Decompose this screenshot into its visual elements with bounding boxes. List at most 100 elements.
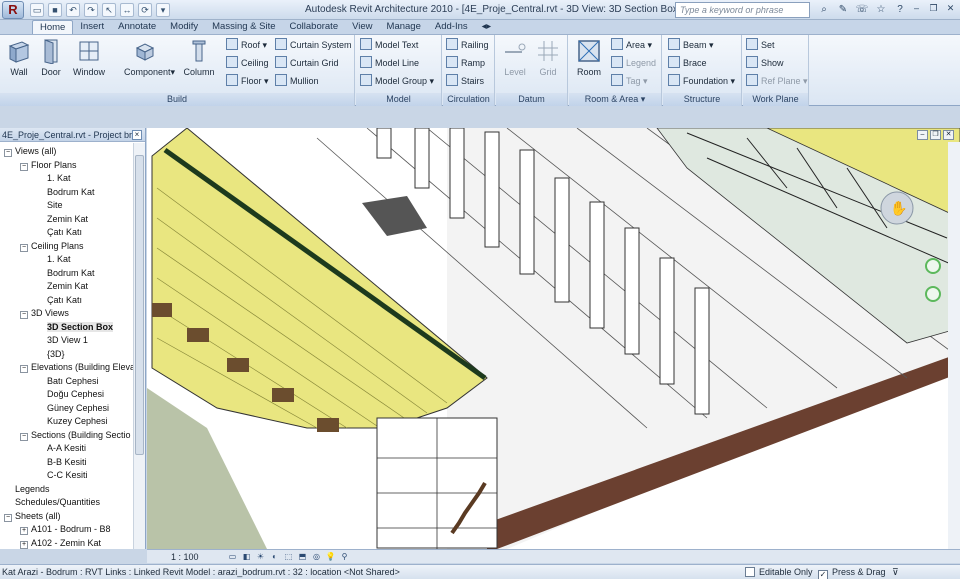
collapse-icon[interactable]: − bbox=[20, 311, 28, 319]
window-button[interactable]: Window bbox=[70, 38, 108, 77]
foundation-button[interactable]: Foundation ▾ bbox=[668, 73, 735, 89]
tab-insert[interactable]: Insert bbox=[73, 20, 111, 34]
binoculars-icon[interactable]: ⌕ bbox=[816, 2, 832, 18]
browser-tree-item[interactable]: 1. Kat bbox=[36, 253, 71, 267]
browser-tree-item[interactable]: B-B Kesiti bbox=[36, 456, 87, 470]
view-minimize-icon[interactable]: – bbox=[917, 130, 928, 140]
tab-modify[interactable]: Modify bbox=[163, 20, 205, 34]
ceiling-button[interactable]: Ceiling bbox=[226, 55, 269, 71]
tab-home[interactable]: Home bbox=[32, 20, 74, 34]
browser-tree-item[interactable]: Çatı Katı bbox=[36, 294, 82, 308]
area-button[interactable]: Area ▾ bbox=[611, 37, 652, 53]
browser-tree-item[interactable]: Legends bbox=[4, 483, 50, 497]
browser-tree-item[interactable]: A-A Kesiti bbox=[36, 442, 86, 456]
application-menu-button[interactable]: R bbox=[2, 1, 24, 19]
communication-icon[interactable]: ☏ bbox=[854, 2, 870, 18]
model-text-button[interactable]: Model Text bbox=[360, 37, 418, 53]
filter-icon[interactable]: ⊽ bbox=[892, 567, 899, 578]
crop-region-icon[interactable]: ⬒ bbox=[297, 551, 308, 562]
browser-tree-item[interactable]: Kuzey Cephesi bbox=[36, 415, 108, 429]
browser-tree-item[interactable]: Zemin Kat bbox=[36, 213, 88, 227]
collapse-icon[interactable]: − bbox=[4, 149, 12, 157]
zoom-icon[interactable] bbox=[925, 286, 941, 302]
view-scale[interactable]: 1 : 100 bbox=[171, 551, 199, 563]
set-button[interactable]: Set bbox=[746, 37, 775, 53]
browser-tree-item[interactable]: −3D Views bbox=[20, 307, 69, 321]
browser-tree-item[interactable]: − Elevations (Building Eleva bbox=[20, 361, 134, 375]
temporary-hide-icon[interactable]: ◎ bbox=[311, 551, 322, 562]
view-close-icon[interactable]: ✕ bbox=[943, 130, 954, 140]
browser-tree-item[interactable]: 3D Section Box bbox=[36, 321, 114, 335]
curtain-grid-button[interactable]: Curtain Grid bbox=[275, 55, 339, 71]
close-icon[interactable]: ✕ bbox=[943, 2, 958, 16]
search-input[interactable]: Type a keyword or phrase bbox=[675, 2, 810, 18]
stairs-button[interactable]: Stairs bbox=[446, 73, 484, 89]
collapse-icon[interactable]: − bbox=[20, 365, 28, 373]
tab-manage[interactable]: Manage bbox=[380, 20, 428, 34]
legend-button[interactable]: Legend bbox=[611, 55, 656, 71]
room-area-panel-label[interactable]: Room & Area ▾ bbox=[569, 93, 661, 106]
view-restore-icon[interactable]: ❐ bbox=[930, 130, 941, 140]
tab-annotate[interactable]: Annotate bbox=[111, 20, 163, 34]
browser-tree-item[interactable]: − Views (all) bbox=[4, 145, 56, 159]
open-icon[interactable]: ▭ bbox=[30, 3, 44, 17]
collapse-icon[interactable]: − bbox=[20, 243, 28, 252]
tab-add-ins[interactable]: Add-Ins bbox=[428, 20, 475, 34]
collapse-icon[interactable]: − bbox=[4, 513, 12, 522]
lock-view-icon[interactable]: ⚲ bbox=[339, 551, 350, 562]
floor-button[interactable]: Floor ▾ bbox=[226, 73, 269, 89]
undo-icon[interactable]: ↶ bbox=[66, 3, 80, 17]
view-scrollbar[interactable] bbox=[948, 142, 960, 549]
room-button[interactable]: Room bbox=[570, 38, 608, 77]
collapse-icon[interactable]: − bbox=[20, 162, 28, 171]
browser-tree-item[interactable]: − Sections (Building Sectio bbox=[20, 429, 131, 443]
measure-icon[interactable]: ↔ bbox=[120, 3, 134, 17]
railing-button[interactable]: Railing bbox=[446, 37, 489, 53]
mullion-button[interactable]: Mullion bbox=[275, 73, 319, 89]
browser-tree-item[interactable]: − Sheets (all) bbox=[4, 510, 61, 524]
redo-icon[interactable]: ↷ bbox=[84, 3, 98, 17]
ref-plane-button[interactable]: Ref Plane ▾ bbox=[746, 73, 808, 89]
reveal-hidden-icon[interactable]: 💡 bbox=[325, 551, 336, 562]
show-button[interactable]: Show bbox=[746, 55, 784, 71]
browser-tree-item[interactable]: + A101 - Bodrum - B8 bbox=[20, 523, 111, 537]
detail-level-icon[interactable]: ▭ bbox=[227, 551, 238, 562]
tab-view[interactable]: View bbox=[345, 20, 379, 34]
browser-tree-item[interactable]: Doğu Cephesi bbox=[36, 388, 104, 402]
browser-tree-item[interactable]: Site bbox=[36, 199, 63, 213]
browser-tree-item[interactable]: Zemin Kat bbox=[36, 280, 88, 294]
select-pointer-icon[interactable]: ↖ bbox=[102, 3, 116, 17]
browser-tree-item[interactable]: Schedules/Quantities bbox=[4, 496, 100, 510]
model-line-button[interactable]: Model Line bbox=[360, 55, 419, 71]
model-group-button[interactable]: Model Group ▾ bbox=[360, 73, 434, 89]
scrollbar-thumb[interactable] bbox=[135, 155, 144, 455]
3d-view-canvas[interactable]: – ❐ ✕ ✋ bbox=[147, 128, 960, 549]
component-button[interactable]: Component▾ bbox=[124, 38, 175, 78]
browser-scrollbar[interactable] bbox=[133, 143, 145, 549]
press-drag-checkbox[interactable]: ✓ Press & Drag bbox=[818, 567, 886, 579]
collapse-icon[interactable]: − bbox=[20, 432, 28, 441]
roof-button[interactable]: Roof ▾ bbox=[226, 37, 267, 53]
grid-button[interactable]: Grid bbox=[529, 38, 567, 77]
editable-only-checkbox[interactable]: Editable Only bbox=[745, 567, 813, 577]
subscription-icon[interactable]: ✎ bbox=[835, 2, 851, 18]
curtain-system-button[interactable]: Curtain System bbox=[275, 37, 352, 53]
tab-massing-site[interactable]: Massing & Site bbox=[205, 20, 282, 34]
ramp-button[interactable]: Ramp bbox=[446, 55, 485, 71]
steering-wheel-icon[interactable]: ✋ bbox=[879, 190, 915, 226]
sun-path-icon[interactable]: ☀ bbox=[255, 551, 266, 562]
close-icon[interactable]: × bbox=[132, 130, 142, 140]
browser-tree-item[interactable]: − Ceiling Plans bbox=[20, 240, 84, 254]
qat-dropdown-icon[interactable]: ▾ bbox=[156, 3, 170, 17]
browser-tree-item[interactable]: Bodrum Kat bbox=[36, 186, 95, 200]
crop-view-icon[interactable]: ⬚ bbox=[283, 551, 294, 562]
save-icon[interactable]: ■ bbox=[48, 3, 62, 17]
browser-tree-item[interactable]: 1. Kat bbox=[36, 172, 71, 186]
brace-button[interactable]: Brace bbox=[668, 55, 707, 71]
favorites-icon[interactable]: ☆ bbox=[873, 2, 889, 18]
browser-tree-item[interactable]: − Floor Plans bbox=[20, 159, 77, 173]
tag-button[interactable]: Tag ▾ bbox=[611, 73, 648, 89]
expand-icon[interactable]: + bbox=[20, 540, 28, 549]
ribbon-minimize-icon[interactable]: ◂▸ bbox=[475, 20, 499, 34]
help-icon[interactable]: ? bbox=[892, 2, 908, 18]
